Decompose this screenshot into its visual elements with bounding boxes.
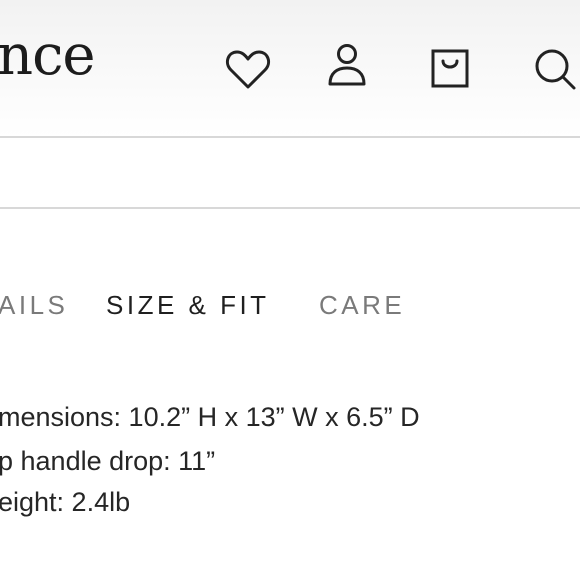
brand-logo[interactable]: nce — [0, 28, 96, 84]
tab-care[interactable]: CARE — [319, 289, 405, 321]
shopping-bag-icon — [431, 49, 469, 88]
search-button[interactable] — [530, 40, 578, 96]
spec-weight: eight: 2.4lb — [0, 487, 131, 517]
heart-icon — [225, 50, 271, 89]
site-header: nce — [0, 0, 580, 137]
spec-handle-drop: p handle drop: 11” — [0, 446, 216, 476]
wishlist-button[interactable] — [224, 40, 272, 96]
header-divider — [0, 136, 580, 138]
product-page: nce AILS SIZE & FIT CARE mensions: 10.2”… — [0, 0, 580, 580]
product-info-tabs: AILS SIZE & FIT CARE — [0, 289, 580, 323]
spec-dimensions: mensions: 10.2” H x 13” W x 6.5” D — [0, 402, 420, 432]
account-button[interactable] — [323, 40, 371, 96]
section-divider — [0, 207, 580, 209]
cart-button[interactable] — [426, 40, 474, 96]
user-icon — [328, 44, 366, 86]
tab-details[interactable]: AILS — [0, 289, 68, 321]
search-icon — [535, 49, 576, 90]
tab-size-fit[interactable]: SIZE & FIT — [106, 289, 270, 321]
